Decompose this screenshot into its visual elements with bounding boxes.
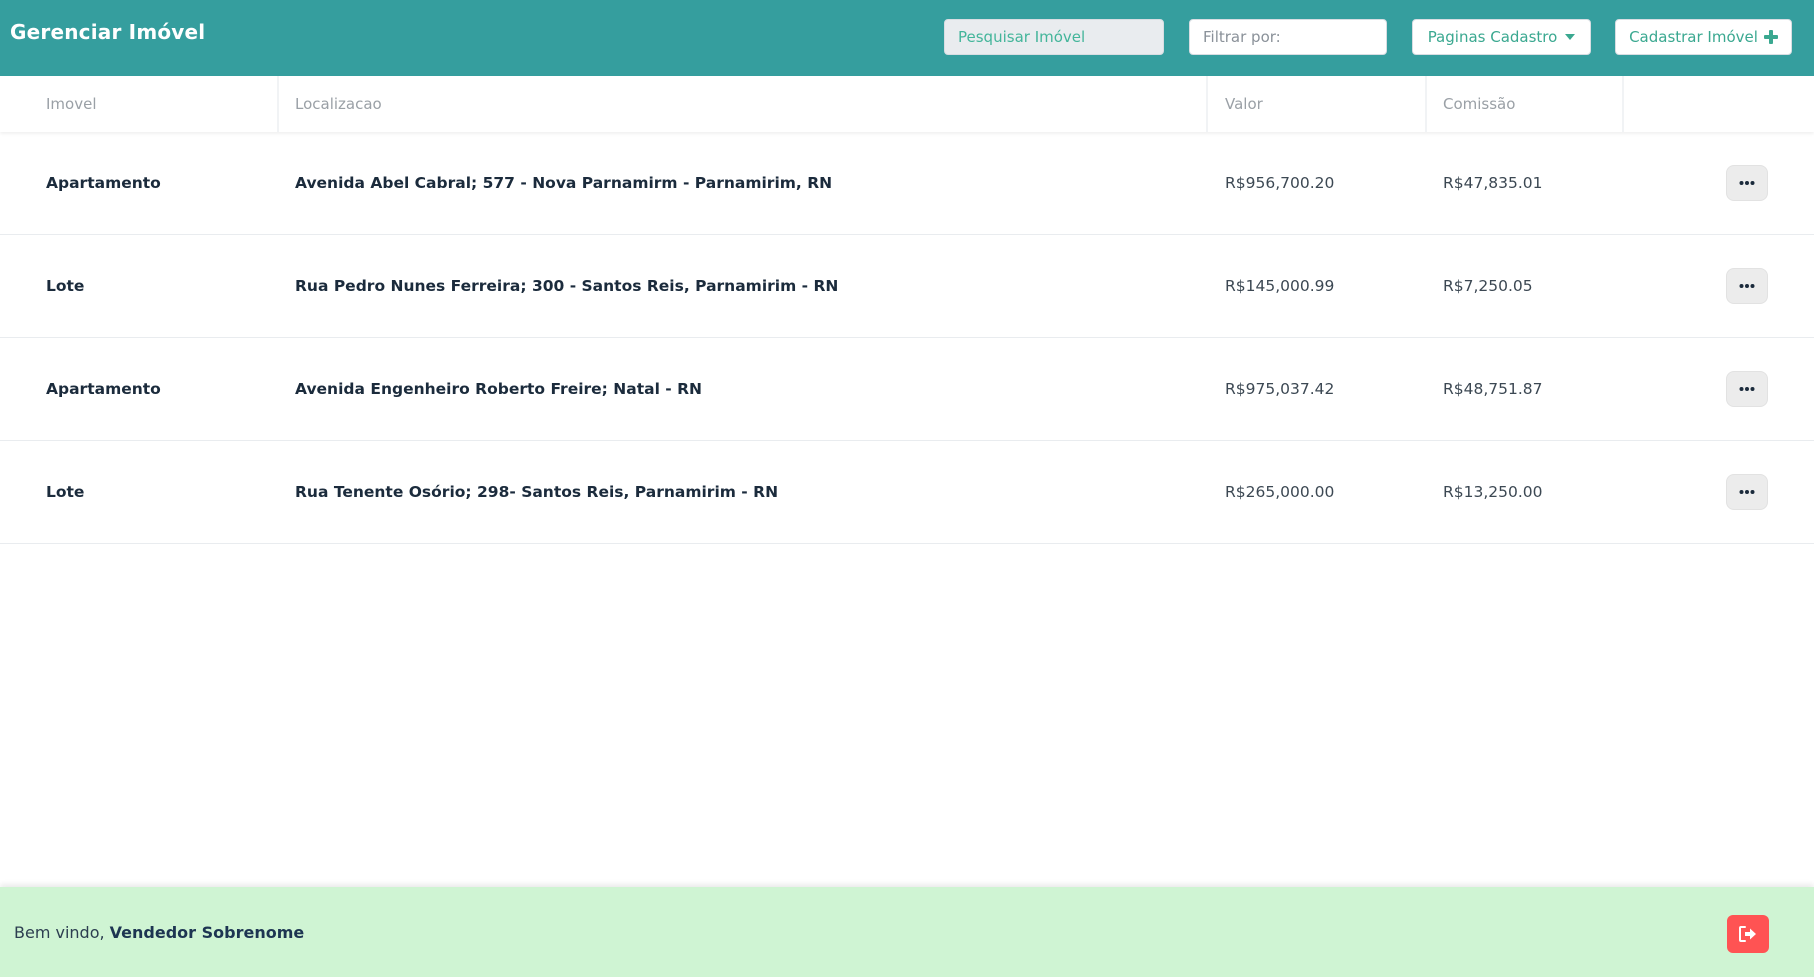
table-row: Lote Rua Pedro Nunes Ferreira; 300 - San… [0,235,1814,338]
table-row: Lote Rua Tenente Osório; 298- Santos Rei… [0,441,1814,544]
column-header-localizacao: Localizacao [279,76,1208,132]
cell-comissao: R$47,835.01 [1443,174,1543,192]
more-horizontal-icon [1739,490,1755,494]
cell-comissao: R$7,250.05 [1443,277,1533,295]
cell-imovel: Apartamento [46,380,161,398]
cell-valor: R$265,000.00 [1225,483,1335,501]
properties-table: Imovel Localizacao Valor Comissão Aparta… [0,76,1814,544]
column-header-valor: Valor [1208,76,1427,132]
filter-input[interactable] [1189,19,1387,55]
top-navbar: Gerenciar Imóvel Paginas Cadastro Cadast… [0,0,1814,76]
column-header-comissao: Comissão [1427,76,1624,132]
cell-localizacao: Avenida Abel Cabral; 577 - Nova Parnamir… [295,174,833,192]
cell-comissao: R$13,250.00 [1443,483,1543,501]
add-property-label: Cadastrar Imóvel [1629,28,1758,46]
cell-imovel: Apartamento [46,174,161,192]
pages-dropdown-button[interactable]: Paginas Cadastro [1412,19,1591,55]
cell-valor: R$956,700.20 [1225,174,1335,192]
row-options-button[interactable] [1726,268,1768,304]
table-header: Imovel Localizacao Valor Comissão [0,76,1814,132]
more-horizontal-icon [1739,387,1755,391]
cell-localizacao: Rua Pedro Nunes Ferreira; 300 - Santos R… [295,277,839,295]
cell-localizacao: Avenida Engenheiro Roberto Freire; Natal… [295,380,703,398]
search-input[interactable] [944,19,1164,55]
plus-icon [1763,30,1778,44]
table-row: Apartamento Avenida Abel Cabral; 577 - N… [0,132,1814,235]
cell-actions [1624,268,1814,304]
cell-actions [1624,474,1814,510]
row-options-button[interactable] [1726,474,1768,510]
column-header-imovel: Imovel [0,76,279,132]
cell-imovel: Lote [46,483,85,501]
cell-imovel: Lote [46,277,85,295]
sign-out-icon [1739,926,1756,942]
row-options-button[interactable] [1726,165,1768,201]
cell-valor: R$975,037.42 [1225,380,1335,398]
more-horizontal-icon [1739,181,1755,185]
pages-dropdown-label: Paginas Cadastro [1427,28,1558,46]
logout-button[interactable] [1727,915,1769,953]
more-horizontal-icon [1739,284,1755,288]
cell-comissao: R$48,751.87 [1443,380,1543,398]
cell-actions [1624,165,1814,201]
cell-valor: R$145,000.99 [1225,277,1335,295]
column-header-actions [1624,76,1814,132]
add-property-button[interactable]: Cadastrar Imóvel [1615,19,1792,55]
cell-localizacao: Rua Tenente Osório; 298- Santos Reis, Pa… [295,483,779,501]
user-name: Vendedor Sobrenome [109,923,305,942]
welcome-text: Bem vindo, [14,923,110,942]
footer-bar: Bem vindo, Vendedor Sobrenome [0,887,1814,977]
caret-down-icon [1565,34,1576,40]
page-title: Gerenciar Imóvel [10,20,206,44]
cell-actions [1624,371,1814,407]
row-options-button[interactable] [1726,371,1768,407]
table-row: Apartamento Avenida Engenheiro Roberto F… [0,338,1814,441]
welcome-message: Bem vindo, Vendedor Sobrenome [14,923,304,942]
